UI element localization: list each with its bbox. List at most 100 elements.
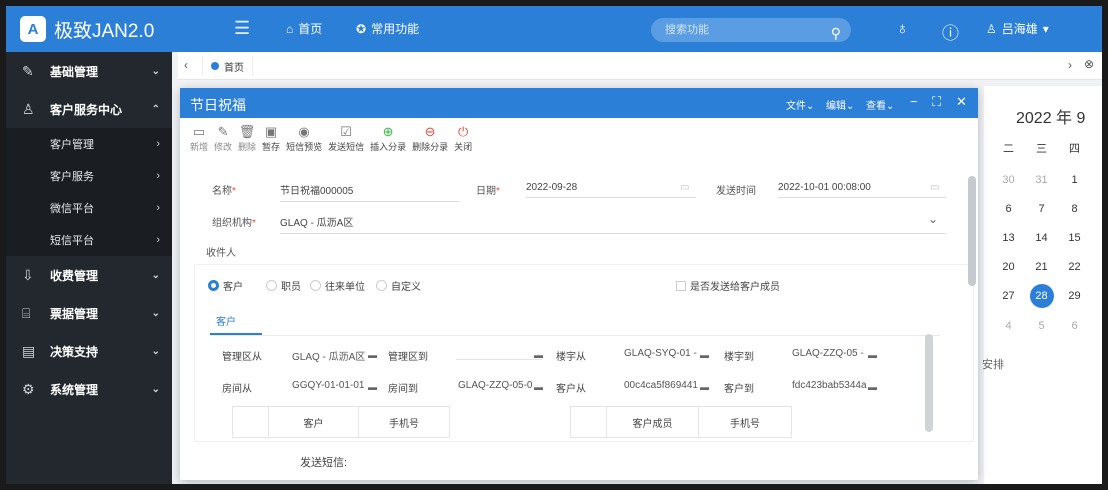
calendar-icon[interactable]: ▭ — [680, 182, 689, 193]
menu-file[interactable]: 文件⌄ — [786, 97, 814, 112]
dialog-toolbar: ▭ 新增 ✎ 修改 🗑 删除 ▣ 暂存 ◉ 短信预览 ☑ 发送短信 ⊕ 插入分录 ⊖ 删除分录 … — [190, 124, 478, 158]
sidebar-item-customer-center[interactable]: ♙ 客户服务中心 ⌃ — [6, 90, 172, 128]
room-to-field[interactable]: GLAQ-ZZQ-05-0 — [458, 380, 532, 391]
sidebar-item-decision[interactable]: ▤ 决策支持 ⌄ — [6, 332, 172, 370]
close-button[interactable]: ⏻ 关闭 — [454, 124, 472, 158]
customer-to-field[interactable]: fdc423bab5344a — [792, 380, 867, 391]
folder-icon[interactable]: ▬ — [700, 350, 709, 360]
sidebar-subitem[interactable]: 客户管理 › — [6, 128, 172, 160]
calendar-day-today[interactable]: 28 — [1025, 284, 1058, 308]
folder-icon[interactable]: ▬ — [534, 350, 543, 360]
sidebar-subitem[interactable]: 客户服务 › — [6, 160, 172, 192]
sidebar-subitem[interactable]: 短信平台 › — [6, 224, 172, 256]
sidebar-subitem[interactable]: 微信平台 › — [6, 192, 172, 224]
insert-row-button[interactable]: ⊕ 插入分录 — [370, 124, 406, 158]
name-field[interactable]: 节日祝福000005 — [280, 182, 460, 202]
send-time-field[interactable]: 2022-10-01 00:08:00 — [778, 182, 946, 198]
folder-icon[interactable]: ▬ — [368, 350, 377, 360]
chevron-down-icon: ⌄ — [151, 307, 160, 319]
minimize-icon[interactable]: − — [910, 94, 918, 109]
menu-view[interactable]: 查看⌄ — [866, 97, 894, 112]
calendar-day[interactable]: 29 — [1058, 284, 1091, 308]
customer-from-field[interactable]: 00c4ca5f869441 — [624, 380, 698, 391]
edit-button[interactable]: ✎ 修改 — [214, 124, 232, 158]
area-from-field[interactable]: GLAQ - 瓜沥A区 — [292, 348, 365, 363]
maximize-icon[interactable]: ⛶ — [932, 94, 941, 110]
area-to-field[interactable] — [456, 348, 542, 360]
nav-common[interactable]: ✪ 常用功能 — [356, 20, 419, 37]
add-button[interactable]: ▭ 新增 — [190, 124, 208, 158]
date-field[interactable]: 2022-09-28 — [526, 182, 696, 198]
save-draft-button[interactable]: ▣ 暂存 — [262, 124, 280, 158]
send-sms-button[interactable]: ☑ 发送短信 — [328, 124, 364, 158]
search-icon[interactable]: ⚲ — [831, 21, 841, 45]
send-to-members-checkbox[interactable]: 是否发送给客户成员 — [676, 278, 780, 293]
radio-custom[interactable]: 自定义 — [376, 278, 421, 293]
sidebar-item-system[interactable]: ⚙ 系统管理 ⌄ — [6, 370, 172, 408]
calendar-day[interactable]: 13 — [992, 232, 1025, 244]
delete-button[interactable]: 🗑 删除 — [238, 124, 256, 158]
menu-edit[interactable]: 编辑⌄ — [826, 97, 854, 112]
chevron-down-icon[interactable]: ⌄ — [928, 212, 938, 226]
building-from-field[interactable]: GLAQ-SYQ-01 - — [624, 348, 697, 359]
calendar-day[interactable]: 30 — [992, 174, 1025, 186]
calendar-day[interactable]: 6 — [992, 203, 1025, 215]
tab-customer[interactable]: 客户 — [216, 313, 236, 328]
tab-home[interactable]: 首页 — [202, 56, 253, 76]
folder-icon[interactable]: ▬ — [368, 382, 377, 392]
chevron-left-icon[interactable]: ‹ — [184, 58, 188, 72]
radio-customer[interactable]: 客户 — [208, 278, 243, 293]
calendar-day[interactable]: 7 — [1025, 203, 1058, 215]
add-label: 新增 — [190, 142, 209, 152]
search-input[interactable]: 搜索功能 ⚲ — [651, 18, 851, 42]
radio-staff[interactable]: 职员 — [266, 278, 301, 293]
calendar-day[interactable]: 8 — [1058, 203, 1091, 215]
skin-icon[interactable]: ♁ — [896, 19, 909, 39]
close-icon[interactable]: ✕ — [956, 94, 967, 110]
sidebar-item-basic[interactable]: ✎ 基础管理 ⌄ — [6, 52, 172, 90]
building-to-field[interactable]: GLAQ-ZZQ-05 - — [792, 348, 864, 359]
radio-partner[interactable]: 往来单位 — [310, 278, 365, 293]
top-bar: A 极致JAN2.0 ☰ ⌂ 首页 ✪ 常用功能 搜索功能 ⚲ ♁ ⓘ ♙ 吕海雄 … — [6, 6, 1102, 52]
date-label: 日期* — [476, 182, 500, 197]
calendar-day[interactable]: 20 — [992, 261, 1025, 273]
panel-scrollbar[interactable] — [925, 334, 933, 432]
calendar-day[interactable]: 6 — [1058, 320, 1091, 332]
folder-icon[interactable]: ▬ — [534, 382, 543, 392]
menu-toggle-icon[interactable]: ☰ — [234, 18, 250, 39]
calendar-day[interactable]: 27 — [992, 284, 1025, 308]
sms-preview-button[interactable]: ◉ 短信预览 — [286, 124, 322, 158]
calendar-day[interactable]: 22 — [1058, 261, 1091, 273]
menu-edit-label: 编辑 — [826, 101, 846, 112]
org-select[interactable]: GLAQ - 瓜沥A区 — [280, 214, 946, 234]
close-circle-icon[interactable]: ⊗ — [1084, 57, 1094, 71]
user-menu[interactable]: ♙ 吕海雄 ▾ — [986, 20, 1049, 37]
help-icon[interactable]: ⓘ — [942, 19, 959, 44]
sidebar-subitem-label: 短信平台 — [50, 235, 94, 247]
close-label: 关闭 — [454, 142, 473, 152]
folder-icon[interactable]: ▬ — [868, 350, 877, 360]
room-from-label: 房间从 — [222, 384, 252, 395]
weekday: 四 — [1069, 143, 1080, 155]
calendar-day[interactable]: 4 — [992, 320, 1025, 332]
chevron-right-icon[interactable]: › — [1068, 58, 1072, 72]
folder-icon[interactable]: ▬ — [700, 382, 709, 392]
sidebar-item-ticket[interactable]: ⌸ 票据管理 ⌄ — [6, 294, 172, 332]
calendar-day[interactable]: 31 — [1025, 174, 1058, 186]
calendar-day[interactable]: 14 — [1025, 232, 1058, 244]
member-grid-header: 客户成员 手机号 — [570, 406, 792, 438]
delete-row-button[interactable]: ⊖ 删除分录 — [412, 124, 448, 158]
dialog-scrollbar[interactable] — [968, 176, 976, 286]
sidebar-item-charge[interactable]: ⇩ 收费管理 ⌄ — [6, 256, 172, 294]
download-icon: ⇩ — [22, 266, 34, 283]
calendar-day[interactable]: 5 — [1025, 320, 1058, 332]
calendar-day[interactable]: 1 — [1058, 174, 1091, 186]
calendar-day[interactable]: 15 — [1058, 232, 1091, 244]
nav-home[interactable]: ⌂ 首页 — [286, 20, 322, 37]
folder-icon[interactable]: ▬ — [868, 382, 877, 392]
room-from-field[interactable]: GGQY-01-01-01 — [292, 380, 364, 391]
checkbox-label: 是否发送给客户成员 — [690, 282, 780, 293]
sidebar-subitem-label: 客户管理 — [50, 139, 94, 151]
calendar-day[interactable]: 21 — [1025, 261, 1058, 273]
calendar-icon[interactable]: ▭ — [930, 182, 939, 193]
